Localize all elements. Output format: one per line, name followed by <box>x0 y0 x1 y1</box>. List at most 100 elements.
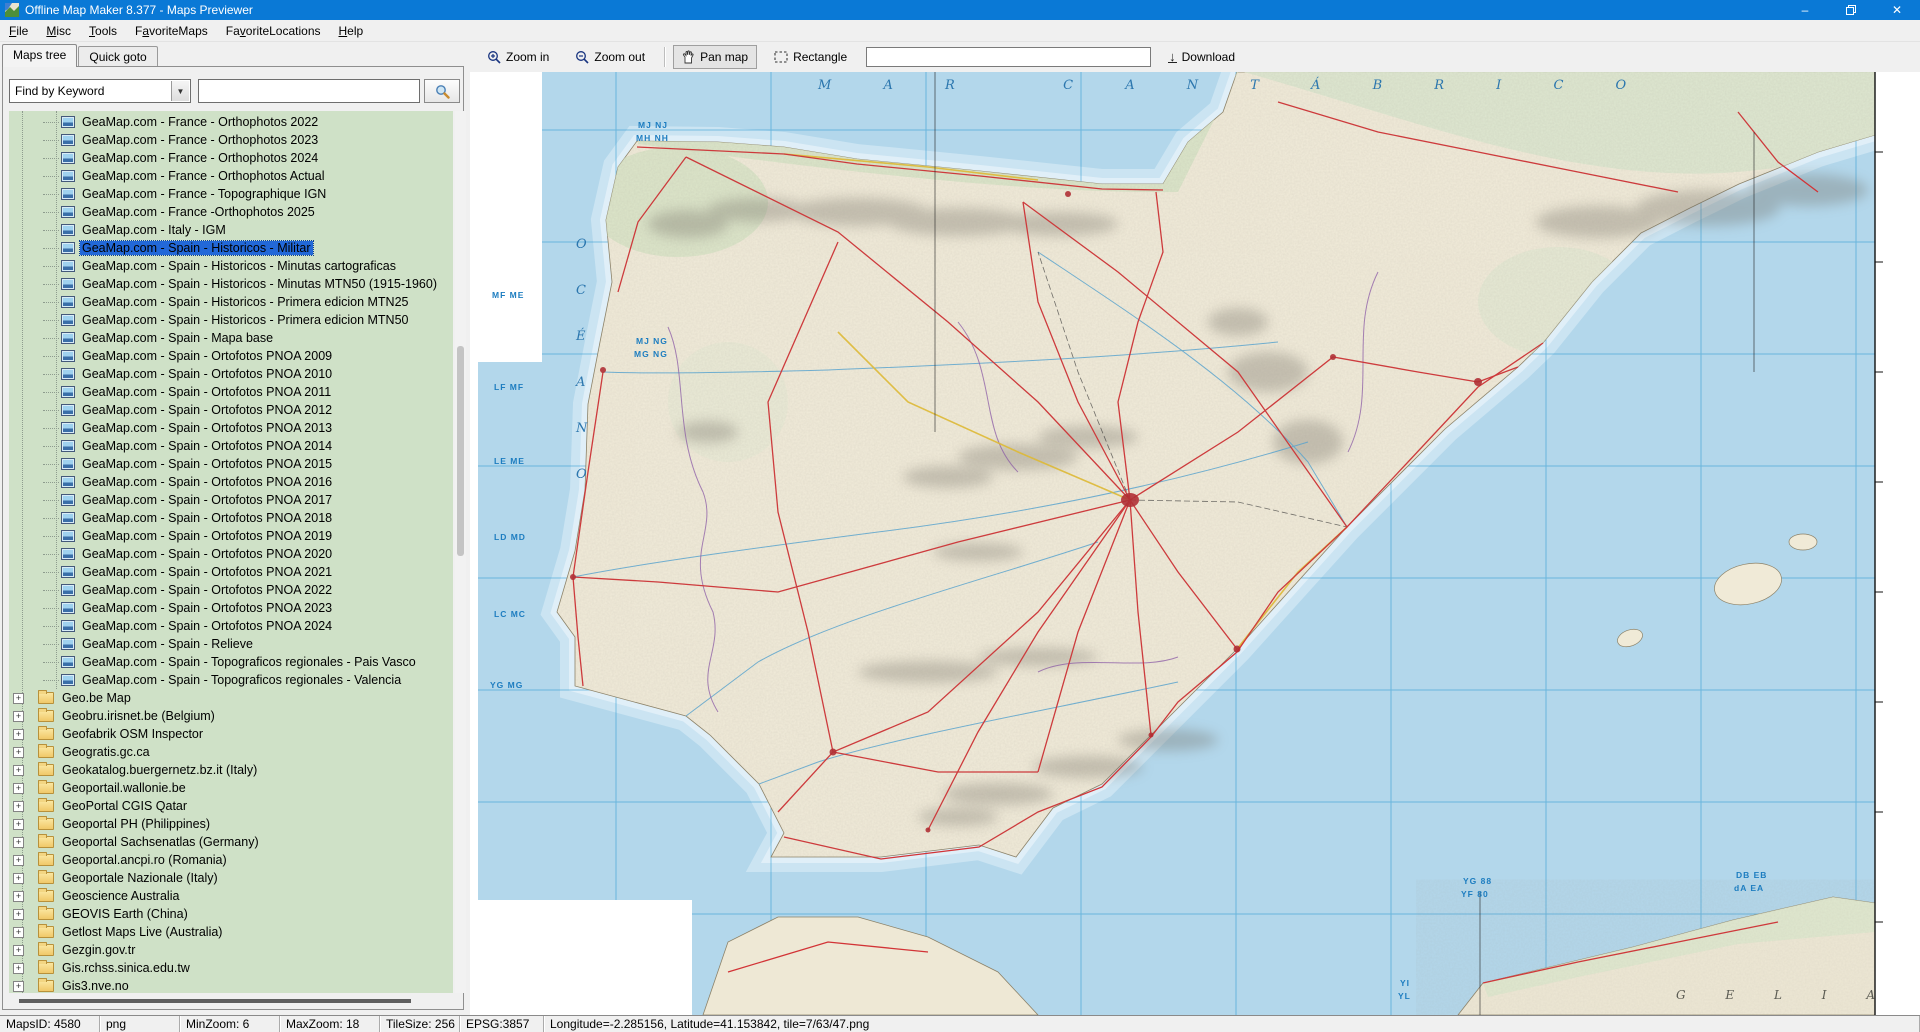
tree-item[interactable]: GeaMap.com - Spain - Historicos - Minuta… <box>9 257 453 275</box>
tree-item[interactable]: GeaMap.com - Spain - Ortofotos PNOA 2009 <box>9 347 453 365</box>
expand-icon[interactable]: + <box>13 873 24 884</box>
tree-item[interactable]: GeaMap.com - Spain - Historicos - Primer… <box>9 293 453 311</box>
menu-item-help[interactable]: Help <box>330 21 373 41</box>
tree-item-label: GeaMap.com - Spain - Ortofotos PNOA 2021 <box>80 565 334 579</box>
tree-item[interactable]: GeaMap.com - Spain - Historicos - Primer… <box>9 311 453 329</box>
status-cell: Longitude=-2.285156, Latitude=41.153842,… <box>544 1016 1920 1032</box>
scrollbar-thumb[interactable] <box>19 999 411 1003</box>
tree-item[interactable]: GeaMap.com - Spain - Relieve <box>9 635 453 653</box>
map-toolbar-input[interactable] <box>866 47 1151 67</box>
tree-folder[interactable]: +Geoportal.ancpi.ro (Romania) <box>9 851 453 869</box>
expand-icon[interactable]: + <box>13 747 24 758</box>
tree-item[interactable]: GeaMap.com - Spain - Mapa base <box>9 329 453 347</box>
download-button[interactable]: ↓ Download <box>1159 45 1244 69</box>
menu-item-misc[interactable]: Misc <box>37 21 80 41</box>
tree-folder[interactable]: +Geokatalog.buergernetz.bz.it (Italy) <box>9 761 453 779</box>
expand-icon[interactable]: + <box>13 927 24 938</box>
tree-item[interactable]: GeaMap.com - Spain - Ortofotos PNOA 2011 <box>9 383 453 401</box>
menu-item-favoritemaps[interactable]: FavoriteMaps <box>126 21 217 41</box>
minimize-button[interactable]: – <box>1782 0 1828 20</box>
tree-item[interactable]: GeaMap.com - Spain - Ortofotos PNOA 2024 <box>9 617 453 635</box>
tree-folder[interactable]: +Geoscience Australia <box>9 887 453 905</box>
zoom-in-button[interactable]: Zoom in <box>478 45 558 69</box>
zoom-out-button[interactable]: Zoom out <box>566 45 654 69</box>
find-mode-select[interactable]: Find by Keyword ▼ <box>9 79 191 103</box>
tree-folder[interactable]: +Gis3.nve.no <box>9 977 453 993</box>
expand-icon[interactable]: + <box>13 855 24 866</box>
tree-item[interactable]: GeaMap.com - France - Orthophotos 2023 <box>9 131 453 149</box>
tree-folder[interactable]: +Geogratis.gc.ca <box>9 743 453 761</box>
tree-item[interactable]: GeaMap.com - Spain - Ortofotos PNOA 2016 <box>9 473 453 491</box>
tree-item[interactable]: GeaMap.com - Spain - Historicos - Milita… <box>9 239 453 257</box>
map-viewport[interactable]: M A R C A N T Á B R I C OOCÉANOG E L I A… <box>470 72 1920 1015</box>
menu-item-file[interactable]: File <box>0 21 37 41</box>
tree-item[interactable]: GeaMap.com - France - Orthophotos 2022 <box>9 113 453 131</box>
search-input[interactable] <box>198 79 420 103</box>
tree-item[interactable]: GeaMap.com - Spain - Ortofotos PNOA 2021 <box>9 563 453 581</box>
tree-horizontal-scrollbar[interactable] <box>9 995 453 1007</box>
tree-item[interactable]: GeaMap.com - Spain - Ortofotos PNOA 2019 <box>9 527 453 545</box>
tree-item[interactable]: GeaMap.com - France - Orthophotos 2024 <box>9 149 453 167</box>
scrollbar-thumb[interactable] <box>457 346 464 556</box>
expand-icon[interactable]: + <box>13 945 24 956</box>
tree-item[interactable]: GeaMap.com - Spain - Ortofotos PNOA 2023 <box>9 599 453 617</box>
tree-item[interactable]: GeaMap.com - Spain - Topograficos region… <box>9 671 453 689</box>
tree-item[interactable]: GeaMap.com - Spain - Ortofotos PNOA 2014 <box>9 437 453 455</box>
tree-folder[interactable]: +GEOVIS Earth (China) <box>9 905 453 923</box>
tab-quick-goto[interactable]: Quick goto <box>78 46 157 66</box>
pan-map-button[interactable]: Pan map <box>673 45 757 69</box>
tree-item[interactable]: GeaMap.com - Spain - Topograficos region… <box>9 653 453 671</box>
restore-button[interactable] <box>1828 0 1874 20</box>
expand-icon[interactable]: + <box>13 909 24 920</box>
expand-icon[interactable]: + <box>13 891 24 902</box>
tree-folder[interactable]: +Geofabrik OSM Inspector <box>9 725 453 743</box>
sidebar: Maps treeQuick goto Find by Keyword ▼ Ge… <box>0 42 470 1015</box>
tree-item[interactable]: GeaMap.com - France - Orthophotos Actual <box>9 167 453 185</box>
tree-folder[interactable]: +Getlost Maps Live (Australia) <box>9 923 453 941</box>
expand-icon[interactable]: + <box>13 801 24 812</box>
expand-icon[interactable]: + <box>13 729 24 740</box>
tree-item[interactable]: GeaMap.com - Spain - Ortofotos PNOA 2020 <box>9 545 453 563</box>
tab-maps-tree[interactable]: Maps tree <box>2 44 77 67</box>
tree-folder[interactable]: +Geoportal Sachsenatlas (Germany) <box>9 833 453 851</box>
tree-item-label: GeaMap.com - France - Orthophotos 2022 <box>80 115 320 129</box>
tree-item[interactable]: GeaMap.com - Italy - IGM <box>9 221 453 239</box>
tree-item[interactable]: GeaMap.com - Spain - Historicos - Minuta… <box>9 275 453 293</box>
menu-item-favoritelocations[interactable]: FavoriteLocations <box>217 21 330 41</box>
tree-folder[interactable]: +Geoportal PH (Philippines) <box>9 815 453 833</box>
close-button[interactable]: ✕ <box>1874 0 1920 20</box>
expand-icon[interactable]: + <box>13 783 24 794</box>
tree-item[interactable]: GeaMap.com - Spain - Ortofotos PNOA 2015 <box>9 455 453 473</box>
expand-icon[interactable]: + <box>13 765 24 776</box>
tree-folder[interactable]: +Gezgin.gov.tr <box>9 941 453 959</box>
expand-icon[interactable]: + <box>13 711 24 722</box>
map-layer-icon <box>61 458 75 470</box>
expand-icon[interactable]: + <box>13 981 24 992</box>
map-layer-icon <box>61 440 75 452</box>
search-button[interactable] <box>424 79 460 103</box>
tree-folder[interactable]: +Geoportale Nazionale (Italy) <box>9 869 453 887</box>
tree-folder[interactable]: +Geoportail.wallonie.be <box>9 779 453 797</box>
tree-vertical-scrollbar[interactable] <box>455 111 466 993</box>
expand-icon[interactable]: + <box>13 963 24 974</box>
tree-item[interactable]: GeaMap.com - Spain - Ortofotos PNOA 2017 <box>9 491 453 509</box>
expand-icon[interactable]: + <box>13 837 24 848</box>
tree-item[interactable]: GeaMap.com - Spain - Ortofotos PNOA 2018 <box>9 509 453 527</box>
tree-item[interactable]: GeaMap.com - Spain - Ortofotos PNOA 2022 <box>9 581 453 599</box>
tree-item[interactable]: GeaMap.com - France -Orthophotos 2025 <box>9 203 453 221</box>
map-layer-icon <box>61 620 75 632</box>
tree-folder[interactable]: +GeoPortal CGIS Qatar <box>9 797 453 815</box>
chevron-down-icon[interactable]: ▼ <box>171 81 189 101</box>
tree-item[interactable]: GeaMap.com - Spain - Ortofotos PNOA 2012 <box>9 401 453 419</box>
tree-folder[interactable]: +Geo.be Map <box>9 689 453 707</box>
tree-item[interactable]: GeaMap.com - Spain - Ortofotos PNOA 2013 <box>9 419 453 437</box>
expand-icon[interactable]: + <box>13 819 24 830</box>
search-row: Find by Keyword ▼ <box>9 79 459 103</box>
rectangle-button[interactable]: Rectangle <box>765 45 856 69</box>
tree-item[interactable]: GeaMap.com - Spain - Ortofotos PNOA 2010 <box>9 365 453 383</box>
expand-icon[interactable]: + <box>13 693 24 704</box>
tree-folder[interactable]: +Gis.rchss.sinica.edu.tw <box>9 959 453 977</box>
menu-item-tools[interactable]: Tools <box>80 21 126 41</box>
tree-item[interactable]: GeaMap.com - France - Topographique IGN <box>9 185 453 203</box>
tree-folder[interactable]: +Geobru.irisnet.be (Belgium) <box>9 707 453 725</box>
